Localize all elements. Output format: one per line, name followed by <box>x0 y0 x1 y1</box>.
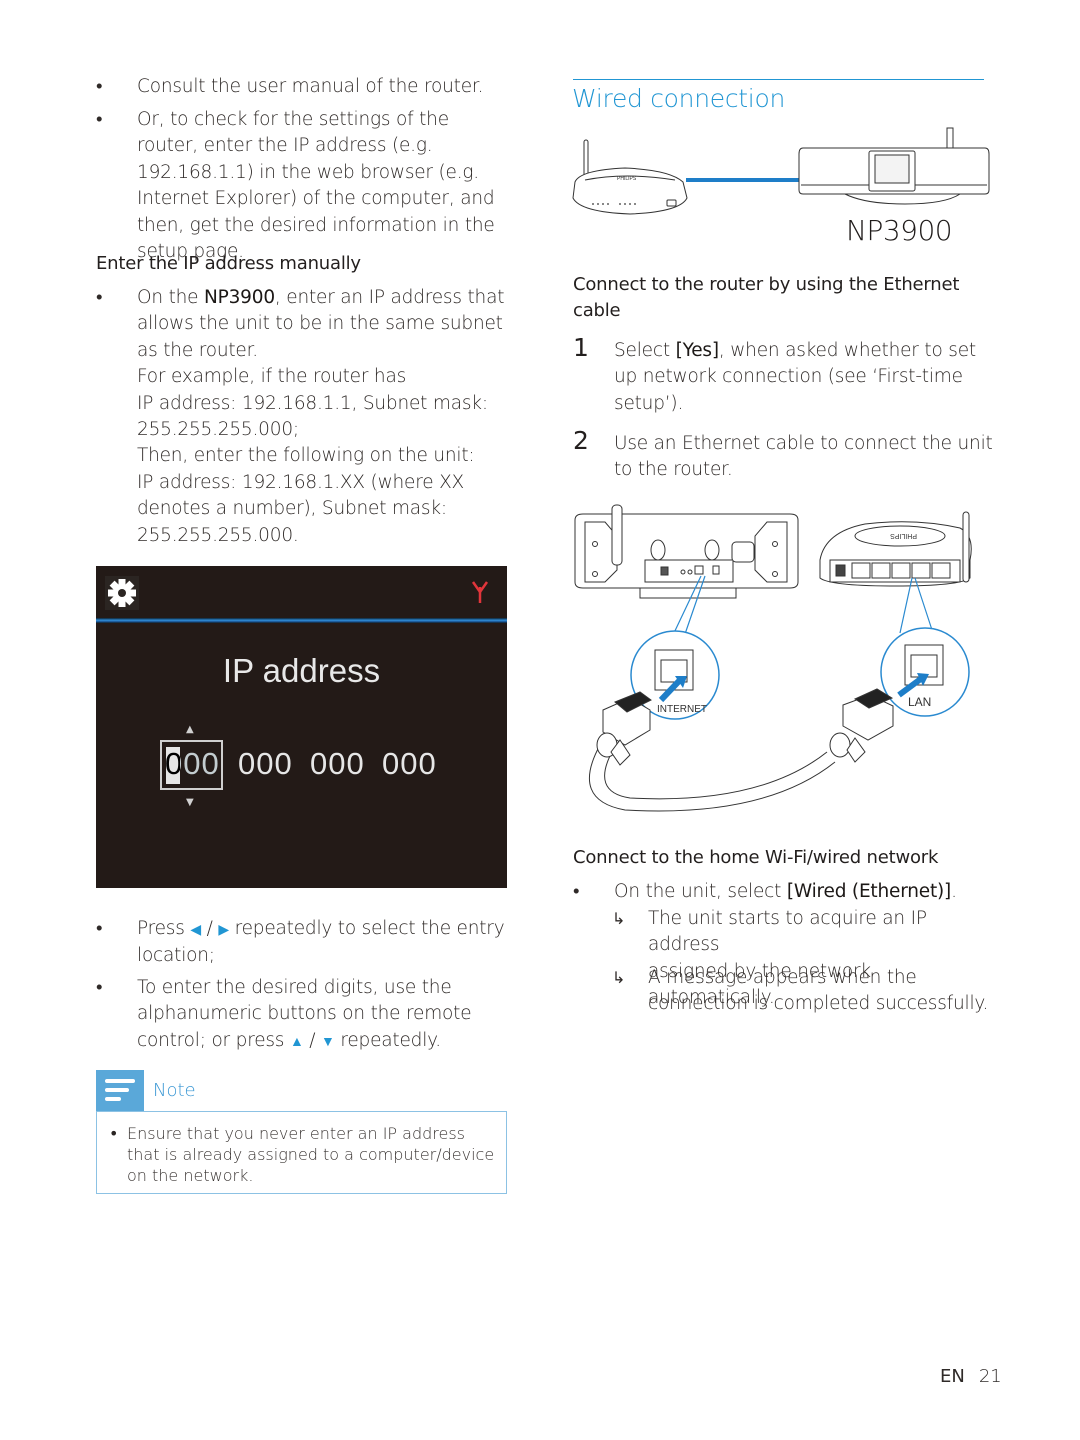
device-screen-image: IP address ▲ 000 000 000 000 ▼ <box>96 566 507 888</box>
left-arrow-icon: ◀ <box>190 922 201 938</box>
svg-text:PHILIPS: PHILIPS <box>617 176 637 182</box>
digits-step-body: To enter the desired digits, use the alp… <box>137 975 512 1055</box>
then-line: 255.255.255.000. <box>137 524 299 546</box>
lan-port-label: LAN <box>908 695 931 709</box>
then-line: Then, enter the following on the unit: <box>137 445 475 467</box>
example-line: IP address: 192.168.1.1, Subnet mask: <box>137 392 488 414</box>
text: connection is completed successfully. <box>648 993 989 1015</box>
option-wired-ethernet: [Wired (Ethernet)] <box>786 881 952 902</box>
bullet: • <box>96 287 103 308</box>
np3900-illustration <box>798 127 990 205</box>
text: . <box>951 881 957 902</box>
text: The unit starts to acquire an IP address <box>648 908 927 956</box>
text: Select <box>614 340 676 361</box>
result-arrow-icon: ↳ <box>612 968 626 987</box>
text: To enter the desired digits, use the <box>137 977 452 998</box>
down-arrow-icon: ▼ <box>321 1033 335 1050</box>
text: control; or press <box>137 1029 290 1051</box>
page-footer: EN 21 <box>940 1366 1002 1387</box>
then-line: IP address: 192.168.1.XX (where XX <box>137 471 465 493</box>
router-illustration: PHILIPS <box>572 139 688 215</box>
screen-title: IP address <box>222 652 381 689</box>
np3900-back-illustration <box>574 504 799 599</box>
text: Connect to the router by using the Ether… <box>573 274 960 295</box>
press-step-body: Press ◀ / ▶ repeatedly to select the ent… <box>137 916 512 970</box>
bullet: • <box>96 109 103 130</box>
text: Press <box>137 918 191 939</box>
device-model-label: NP3900 <box>846 214 953 247</box>
language-code: EN <box>940 1366 965 1387</box>
text: location; <box>137 945 215 967</box>
step-1-body: Select [Yes], when asked whether to set … <box>614 338 994 417</box>
text: / <box>200 918 219 939</box>
gear-icon <box>105 576 139 610</box>
cable-connection-diagram: PHILIPS INTERNET LAN <box>574 504 972 812</box>
step-2-body: Use an Ethernet cable to connect the uni… <box>614 431 994 484</box>
section-title: Wired connection <box>572 84 785 113</box>
text: Use an Ethernet cable to connect the uni… <box>614 433 993 454</box>
bullet: • <box>573 881 580 902</box>
bullet: • <box>96 918 103 939</box>
ip-field-2[interactable]: 000 <box>238 746 293 782</box>
rj45-plug-right <box>829 688 894 763</box>
text: On the <box>137 287 205 308</box>
rj45-plug-left <box>596 691 652 766</box>
bullet: • <box>109 1124 119 1143</box>
manual-step-body: On the NP3900, enter an IP address that … <box>137 285 512 549</box>
text: cable <box>573 300 621 321</box>
home-network-heading: Connect to the home Wi-Fi/wired network <box>573 847 939 868</box>
text: repeatedly. <box>334 1029 441 1051</box>
note-icon <box>96 1070 144 1111</box>
step-2: 2 Use an Ethernet cable to connect the u… <box>573 426 994 487</box>
router-tip-2: Or, to check for the settings of the rou… <box>137 109 495 263</box>
example-line: For example, if the router has <box>137 366 407 388</box>
ethernet-cable-line <box>686 178 803 182</box>
section-rule <box>573 79 984 80</box>
model-name: NP3900 <box>204 287 275 308</box>
then-line: denotes a number), Subnet mask: <box>137 498 447 520</box>
screen-divider <box>96 618 507 623</box>
text: setup’). <box>614 392 684 414</box>
step-1: 1 Select [Yes], when asked whether to se… <box>573 333 994 418</box>
bullet: • <box>96 977 103 998</box>
home-step-body: On the unit, select [Wired (Ethernet)]. <box>614 879 994 905</box>
option-yes: [Yes] <box>675 340 720 361</box>
text: alphanumeric buttons on the remote <box>137 1003 472 1025</box>
note-text: Ensure that you never enter an IP addres… <box>127 1124 495 1185</box>
router-tip-1: Consult the user manual of the router. <box>137 76 484 97</box>
text: / <box>303 1029 322 1051</box>
arrow-down-icon: ▼ <box>186 797 194 808</box>
step-number: 1 <box>573 333 589 362</box>
example-line: 255.255.255.000; <box>137 419 299 441</box>
result-2-body: A message appears when the connection is… <box>648 965 998 1018</box>
ip-field-1[interactable]: 000 <box>165 746 220 782</box>
text: , when asked whether to set <box>718 340 976 361</box>
wired-connection-illustration: PHILIPS <box>572 127 990 215</box>
ip-field-4[interactable]: 000 <box>382 746 437 782</box>
text: up network connection (see ‘First-time <box>614 366 963 388</box>
ethernet-heading: Connect to the router by using the Ether… <box>573 272 993 324</box>
text: A message appears when the <box>648 967 917 988</box>
text: On the unit, select <box>614 881 787 902</box>
text: repeatedly to select the entry <box>228 918 505 939</box>
manual-heading: Enter the IP address manually <box>96 253 361 274</box>
bullet: • <box>96 76 103 97</box>
svg-text:PHILIPS: PHILIPS <box>890 532 917 539</box>
router-back-illustration: PHILIPS <box>819 511 972 587</box>
note-label: Note <box>153 1080 196 1101</box>
right-arrow-icon: ▶ <box>218 922 229 938</box>
antenna-signal-icon <box>471 581 489 603</box>
ip-field-3[interactable]: 000 <box>310 746 365 782</box>
result-arrow-icon: ↳ <box>612 909 626 928</box>
arrow-up-icon: ▲ <box>186 724 194 735</box>
up-arrow-icon: ▲ <box>289 1033 304 1050</box>
text: to the router. <box>614 459 733 481</box>
internet-port-label: INTERNET <box>657 704 707 715</box>
page-number: 21 <box>978 1366 1002 1387</box>
note-box: • Ensure that you never enter an IP addr… <box>96 1111 507 1194</box>
step-number: 2 <box>573 426 589 455</box>
